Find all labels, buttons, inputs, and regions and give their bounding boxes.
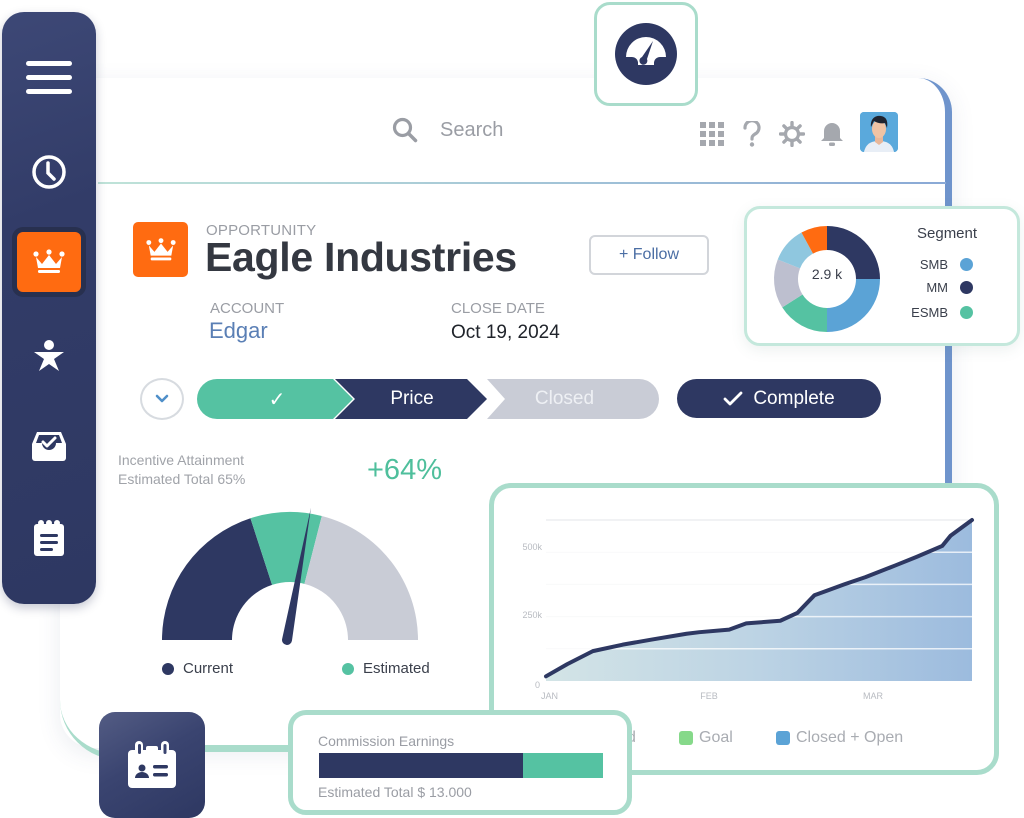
legend-dot-smb [960, 258, 973, 271]
legend-label-smb: SMB [919, 257, 948, 272]
connector-line [195, 745, 295, 752]
sidebar-item-recent[interactable] [2, 140, 96, 204]
legend-label-current: Current [183, 660, 234, 677]
segment-title: Segment [917, 225, 978, 242]
user-avatar[interactable] [860, 112, 898, 152]
donut-center-value: 2.9 k [811, 266, 843, 282]
legend-label-goal: Goal [699, 729, 733, 746]
crown-icon [33, 249, 65, 273]
settings-button[interactable] [772, 112, 812, 156]
commission-progress-bar [319, 753, 603, 778]
speedometer-icon [615, 23, 677, 85]
help-button[interactable] [732, 112, 772, 156]
settings-icon [779, 121, 805, 147]
crown-icon [145, 237, 176, 260]
legend-dot-current [162, 662, 174, 675]
gauge-legend-current: Current [162, 660, 233, 677]
legend-label-closed-open: Closed + Open [796, 729, 904, 746]
commission-total: Estimated Total $ 13.000 [318, 784, 472, 800]
gauge-segment-current [162, 518, 273, 640]
sidebar-item-menu[interactable] [2, 46, 96, 110]
sidebar-item-opportunities[interactable] [2, 230, 96, 294]
legend-goal: Goal [679, 729, 733, 747]
x-tick-label: JAN [541, 691, 558, 701]
commission-title: Commission Earnings [318, 733, 455, 749]
x-tick-label: FEB [700, 691, 718, 701]
x-tick-label: MAR [863, 691, 884, 701]
sidebar-item-inbox[interactable] [2, 414, 96, 478]
donut-slice-1 [827, 279, 880, 332]
commission-card: Commission Earnings Estimated Total $ 13… [288, 710, 632, 815]
y-tick-label: 250k [522, 610, 542, 620]
legend-swatch-goal [679, 731, 693, 745]
legend-label-esmb: ESMB [911, 305, 948, 320]
segment-legend-esmb: ESMB [911, 305, 973, 320]
help-icon [743, 121, 761, 147]
collapse-path-button[interactable] [140, 378, 184, 420]
gauge-title-line1: Incentive Attainment [118, 452, 245, 468]
mark-complete-button[interactable]: Complete [677, 379, 881, 418]
badge-calendar-button[interactable] [99, 712, 205, 818]
active-indicator [17, 232, 81, 292]
contact-calendar-icon [128, 741, 176, 788]
header-divider [98, 182, 946, 184]
y-tick-label: 500k [522, 542, 542, 552]
account-label: ACCOUNT [210, 300, 285, 317]
person-star-icon [34, 340, 64, 371]
sidebar-item-people[interactable] [2, 324, 96, 388]
legend-label-mm: MM [926, 280, 948, 295]
gauge-legend-estimated: Estimated [342, 660, 430, 677]
gauge-title-line2: Estimated Total 65% [118, 471, 246, 487]
account-link[interactable]: Edgar [209, 318, 268, 344]
y-tick-label: 0 [535, 680, 540, 690]
legend-label-estimated: Estimated [363, 660, 430, 677]
segment-legend-smb: SMB [920, 257, 973, 272]
header-toolbar [692, 112, 852, 156]
commission-progress-fill [319, 753, 524, 778]
path-step-closed[interactable]: Closed [492, 379, 637, 419]
apps-grid-button[interactable] [692, 112, 732, 156]
sidebar [2, 12, 96, 604]
sales-path: ✓ Price Closed [197, 379, 659, 419]
hamburger-menu-icon [26, 61, 72, 94]
search-input[interactable] [440, 118, 620, 142]
legend-closed-open: Closed + Open [776, 729, 903, 747]
search-bar [392, 117, 620, 143]
legend-dot-estimated [342, 662, 354, 675]
search-icon[interactable] [392, 117, 418, 143]
page-title: Eagle Industries [205, 234, 517, 280]
follow-button[interactable]: + Follow [589, 235, 709, 275]
area-fill-closed-open [546, 520, 972, 681]
path-step-price[interactable]: Price [347, 379, 477, 419]
notifications-button[interactable] [812, 112, 852, 156]
incentive-gauge [162, 507, 418, 645]
opportunity-icon [133, 222, 188, 277]
path-step-done[interactable]: ✓ [207, 379, 347, 419]
legend-swatch-closed-open [776, 731, 790, 745]
close-date-value: Oct 19, 2024 [451, 322, 560, 343]
apps-grid-icon [700, 122, 724, 146]
segment-card: 2.9 k Segment SMB MM ESMB [744, 206, 1020, 346]
legend-dot-mm [960, 281, 973, 294]
user-avatar-icon [860, 112, 898, 152]
chevron-down-icon [155, 394, 169, 403]
gauge-delta: +64% [367, 454, 442, 486]
segment-legend-mm: MM [926, 280, 973, 295]
inbox-check-icon [32, 432, 66, 461]
sidebar-item-notes[interactable] [2, 506, 96, 570]
gauge-title: Incentive Attainment Estimated Total 65% [118, 451, 245, 489]
clock-icon [32, 155, 66, 189]
app-logo [594, 2, 698, 106]
legend-dot-esmb [960, 306, 973, 319]
close-date-label: CLOSE DATE [451, 300, 545, 317]
check-icon [723, 391, 743, 405]
gauge-segment-remaining [304, 516, 418, 640]
notepad-icon [34, 520, 64, 556]
complete-label: Complete [753, 387, 835, 409]
notifications-bell-icon [821, 123, 843, 146]
